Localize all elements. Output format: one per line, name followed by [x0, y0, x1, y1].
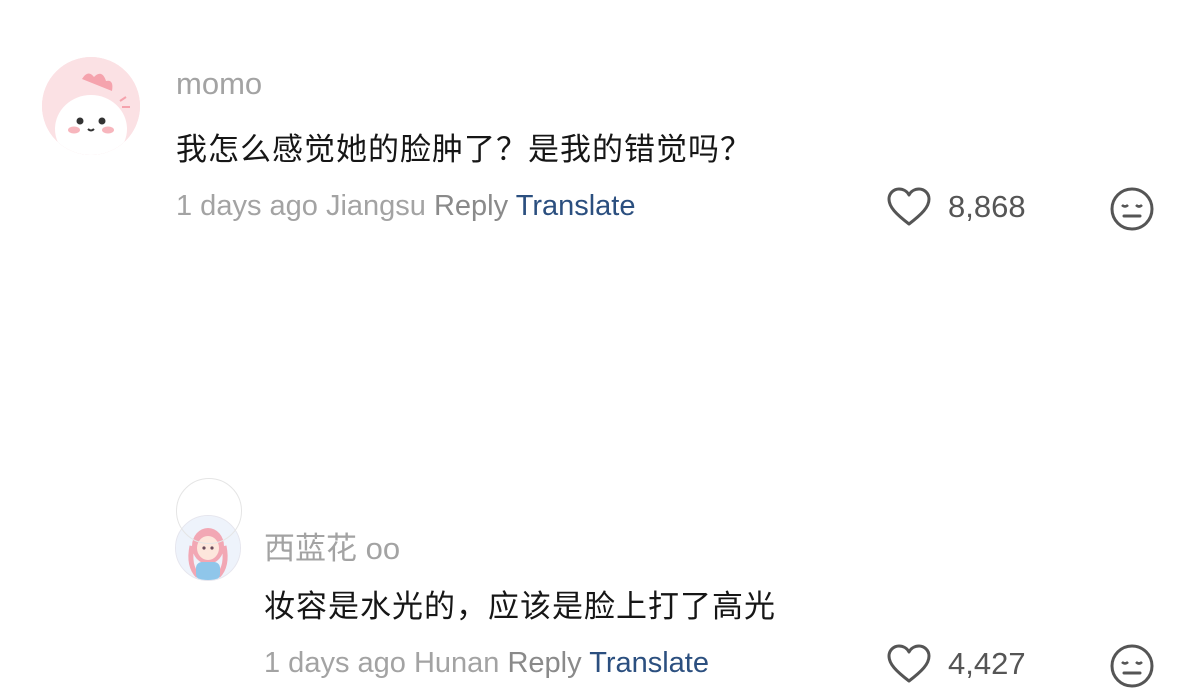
comment-time: 1 days ago — [176, 190, 318, 222]
comment-text: 妆容是水光的，应该是脸上打了高光 — [264, 589, 776, 625]
dislike-button[interactable] — [1109, 186, 1155, 232]
like-count: 8,868 — [948, 189, 1026, 224]
like-button[interactable]: 4,427 — [886, 643, 1026, 685]
comment-item: momo 我怎么感觉她的脸肿了？是我的错觉吗？ 1 days ago Jiang… — [0, 0, 1200, 245]
like-button[interactable]: 8,868 — [886, 186, 1026, 228]
neutral-face-icon — [1110, 644, 1154, 688]
comment-time: 1 days ago — [264, 647, 406, 679]
comment-item: 西蓝花 oo 妆容是水光的，应该是脸上打了高光 1 days ago Hunan… — [0, 245, 1200, 688]
next-comment-avatar[interactable] — [176, 478, 242, 544]
user-avatar[interactable] — [42, 57, 140, 155]
translate-button[interactable]: Translate — [516, 190, 636, 222]
comment-meta: 1 days ago Hunan Reply Translate — [264, 647, 709, 680]
heart-outline-icon — [887, 644, 931, 683]
heart-outline-icon — [887, 187, 931, 226]
comment-location: Hunan — [413, 647, 500, 679]
dislike-button[interactable] — [1109, 643, 1155, 689]
comment-text: 我怎么感觉她的脸肿了？是我的错觉吗？ — [176, 132, 752, 168]
reply-button[interactable]: Reply — [507, 647, 581, 679]
like-count: 4,427 — [948, 646, 1026, 681]
reply-button[interactable]: Reply — [434, 190, 508, 222]
comment-location: Jiangsu — [325, 190, 426, 222]
comment-username[interactable]: 西蓝花 oo — [264, 523, 400, 568]
neutral-face-icon — [1110, 187, 1154, 231]
comment-username[interactable]: momo — [176, 66, 262, 102]
comment-meta: 1 days ago Jiangsu Reply Translate — [176, 190, 636, 223]
dinosaur-avatar-icon — [42, 57, 140, 155]
translate-button[interactable]: Translate — [589, 647, 709, 679]
